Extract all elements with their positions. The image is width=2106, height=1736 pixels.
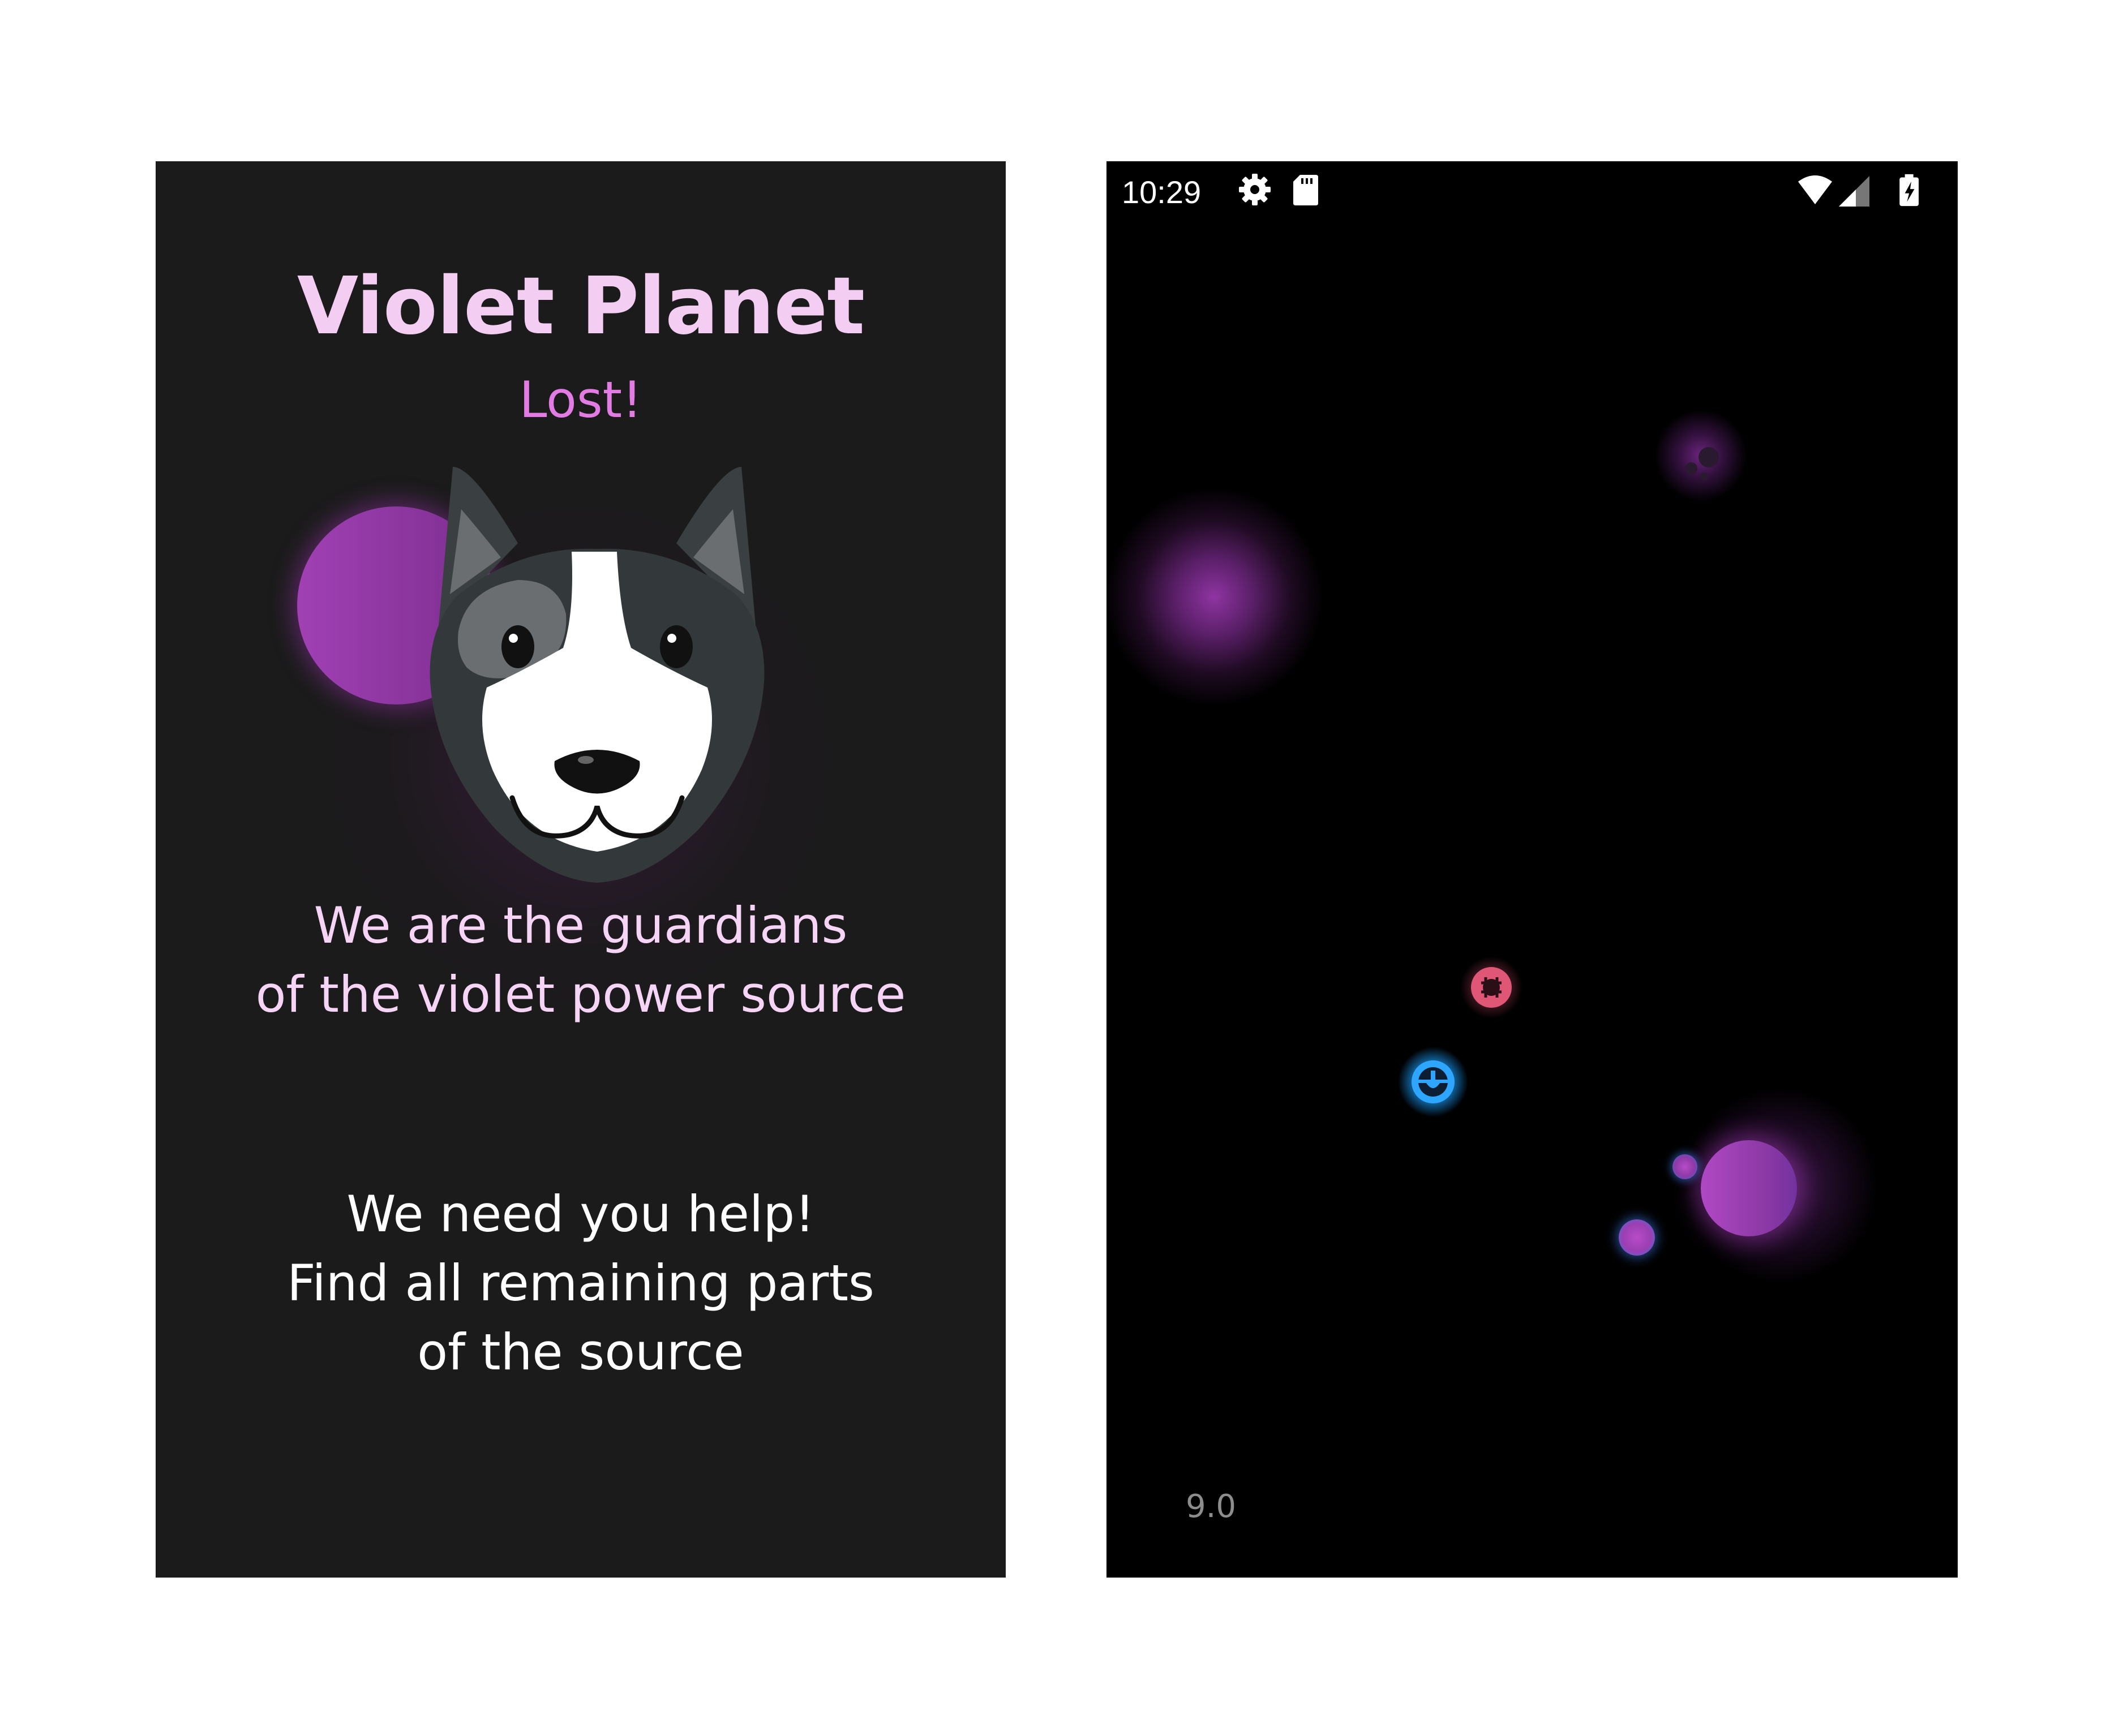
asteroid-cluster [1685,447,1719,480]
status-bar: 10:29 [1106,161,1958,218]
game-subtitle: Lost! [519,371,642,429]
dog-right-eye [660,625,693,668]
violet-planet-core [1701,1140,1797,1236]
score-readout: 9.0 [1186,1488,1237,1525]
intro-screen: Violet Planet Lost! We are the guardians… [156,161,1006,1578]
game-screen[interactable]: 10:29 9.0 [1106,161,1958,1578]
power-source-part [1672,1154,1697,1179]
sdcard-icon [1293,175,1318,205]
game-title: Violet Planet [297,260,865,353]
dog-face-illustration [430,467,765,883]
violet-planet [1106,489,1322,704]
lore-text: We are the guardians of the violet power… [255,896,906,1024]
wifi-icon [1798,175,1832,204]
player-ship[interactable] [1398,1047,1469,1118]
power-source-part [1619,1219,1655,1256]
signal-icon [1839,176,1869,207]
settings-icon [1239,174,1271,205]
enemy-bug [1460,956,1522,1019]
status-time: 10:29 [1122,174,1202,210]
instructions-text: We need you help! Find all remaining par… [287,1185,874,1381]
battery-charging-icon [1899,174,1919,207]
dog-left-eye [501,625,534,668]
